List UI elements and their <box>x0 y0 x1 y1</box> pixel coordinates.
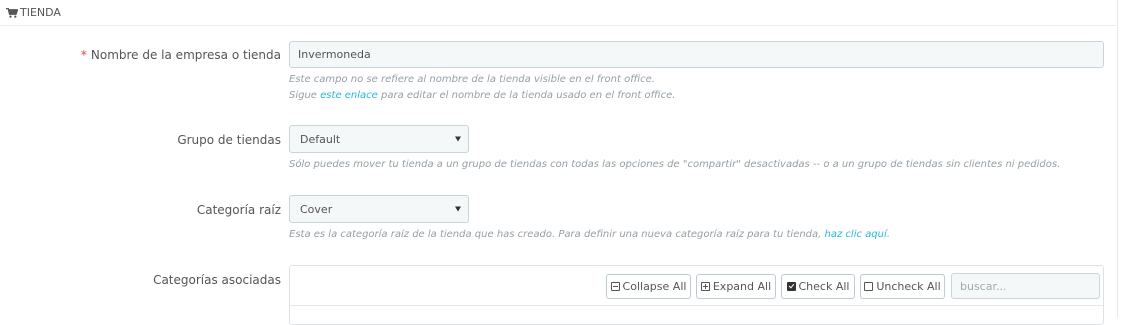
uncheck-all-button[interactable]: Uncheck All <box>860 274 945 299</box>
shop-name-input[interactable]: Invermoneda <box>289 41 1104 68</box>
unchecked-checkbox-icon <box>864 282 874 291</box>
expand-icon <box>700 282 710 291</box>
help-text-post: para editar el nombre de la tienda usado… <box>377 90 676 101</box>
check-all-label: Check All <box>798 280 850 293</box>
shop-name-help-line2: Sigue este enlace para editar el nombre … <box>289 90 675 101</box>
shop-group-selected: Default <box>300 132 341 146</box>
help-text-pre: Sigue <box>289 90 321 101</box>
uncheck-all-label: Uncheck All <box>876 280 941 293</box>
shop-name-label-text: Nombre de la empresa o tienda <box>90 48 281 62</box>
associated-categories-label: Categorías asociadas <box>153 273 281 287</box>
category-search-input[interactable] <box>951 273 1100 299</box>
shop-group-select[interactable]: Default <box>289 125 469 153</box>
collapse-icon <box>610 282 620 291</box>
shop-group-label: Grupo de tiendas <box>177 133 281 147</box>
root-category-help-post: . <box>886 229 890 240</box>
shop-name-label: * Nombre de la empresa o tienda <box>81 48 281 62</box>
edit-shop-name-link[interactable]: este enlace <box>320 90 378 101</box>
panel-border <box>1117 0 1118 317</box>
shop-name-value: Invermoneda <box>298 48 371 61</box>
panel-title: TIENDA <box>20 6 61 19</box>
expand-all-button[interactable]: Expand All <box>696 274 776 299</box>
panel-heading: TIENDA <box>0 0 1117 26</box>
required-asterisk: * <box>80 48 87 62</box>
collapse-all-label: Collapse All <box>622 280 687 293</box>
shop-name-help-line1: Este campo no se refiere al nombre de la… <box>289 74 656 85</box>
chevron-down-icon <box>455 206 461 212</box>
expand-all-label: Expand All <box>712 280 772 293</box>
root-category-label: Categoría raíz <box>196 203 281 217</box>
chevron-down-icon <box>455 136 461 142</box>
collapse-all-button[interactable]: Collapse All <box>606 274 691 299</box>
root-category-help: Esta es la categoría raíz de la tienda q… <box>289 229 890 240</box>
toolbar-divider <box>290 305 1103 306</box>
cart-icon <box>6 7 18 18</box>
define-root-category-link[interactable]: haz clic aquí <box>825 229 887 240</box>
root-category-select[interactable]: Cover <box>289 195 469 223</box>
root-category-help-text: Esta es la categoría raíz de la tienda q… <box>289 229 825 240</box>
root-category-selected: Cover <box>300 202 333 216</box>
check-all-button[interactable]: Check All <box>781 274 855 299</box>
shop-group-help: Sólo puedes mover tu tienda a un grupo d… <box>289 159 1061 170</box>
category-tree: Collapse All Expand All Check All Unchec… <box>289 265 1104 325</box>
checked-checkbox-icon <box>786 282 796 291</box>
